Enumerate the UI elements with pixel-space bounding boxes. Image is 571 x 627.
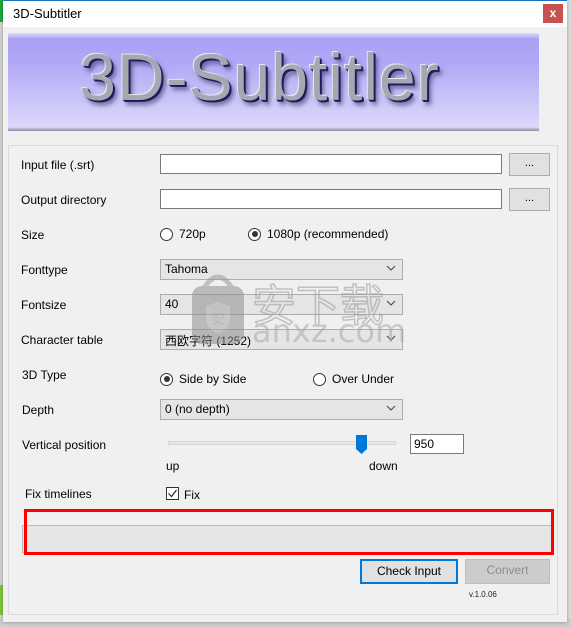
fonttype-label: Fonttype bbox=[21, 263, 68, 277]
size-1080p-label: 1080p (recommended) bbox=[267, 227, 389, 241]
size-720p-radio[interactable]: 720p bbox=[160, 227, 206, 241]
slider-max-label: down bbox=[369, 459, 398, 473]
size-720p-label: 720p bbox=[179, 227, 206, 241]
window-title: 3D-Subtitler bbox=[13, 6, 82, 21]
size-1080p-radio[interactable]: 1080p (recommended) bbox=[248, 227, 388, 241]
slider-min-label: up bbox=[166, 459, 180, 473]
chevron-down-icon bbox=[386, 405, 396, 411]
size-label: Size bbox=[21, 228, 45, 242]
fonttype-value: Tahoma bbox=[165, 262, 208, 276]
3d-type-label: 3D Type bbox=[22, 368, 67, 382]
side-by-side-label: Side by Side bbox=[179, 372, 247, 386]
input-file-field[interactable] bbox=[160, 154, 502, 174]
input-file-label: Input file (.srt) bbox=[21, 158, 95, 172]
output-directory-browse-button[interactable]: ... bbox=[509, 188, 550, 211]
checkmark-icon bbox=[168, 489, 177, 498]
vertical-position-label: Vertical position bbox=[22, 438, 107, 452]
vertical-position-value-field[interactable] bbox=[410, 434, 464, 454]
title-bar: 3D-Subtitler x bbox=[3, 1, 567, 27]
fix-checkbox-label: Fix bbox=[184, 488, 200, 502]
radio-checked-icon bbox=[248, 227, 261, 241]
fontsize-select[interactable]: 40 bbox=[160, 294, 403, 315]
radio-unchecked-icon bbox=[160, 227, 173, 241]
side-by-side-radio[interactable]: Side by Side bbox=[160, 372, 246, 386]
fontsize-label: Fontsize bbox=[21, 298, 67, 312]
character-table-label: Character table bbox=[21, 333, 104, 347]
check-input-button[interactable]: Check Input bbox=[360, 559, 458, 584]
depth-label: Depth bbox=[22, 403, 55, 417]
version-label: v.1.0.06 bbox=[469, 590, 497, 599]
chevron-down-icon bbox=[386, 265, 396, 271]
chevron-down-icon bbox=[386, 300, 396, 306]
vertical-position-slider-thumb[interactable] bbox=[356, 435, 368, 454]
output-directory-field[interactable] bbox=[160, 189, 502, 209]
input-file-browse-button[interactable]: ... bbox=[509, 153, 550, 176]
close-icon: x bbox=[549, 6, 557, 20]
output-directory-label: Output directory bbox=[21, 193, 107, 207]
character-table-value: 西欧字符 (1252) bbox=[165, 334, 252, 348]
depth-select[interactable]: 0 (no depth) bbox=[160, 399, 403, 420]
depth-value: 0 (no depth) bbox=[165, 402, 230, 416]
close-button[interactable]: x bbox=[543, 4, 563, 23]
progress-bar bbox=[22, 525, 552, 553]
app-banner: 3D-Subtitler bbox=[8, 33, 539, 131]
chevron-down-icon bbox=[386, 335, 396, 341]
convert-button[interactable]: Convert bbox=[465, 559, 550, 584]
over-under-label: Over Under bbox=[332, 372, 395, 386]
app-window: 3D-Subtitler x 3D-Subtitler Input file (… bbox=[3, 0, 567, 622]
fonttype-select[interactable]: Tahoma bbox=[160, 259, 403, 280]
fontsize-value: 40 bbox=[165, 297, 179, 311]
character-table-select[interactable]: 西欧字符 (1252) bbox=[160, 329, 403, 350]
over-under-radio[interactable]: Over Under bbox=[313, 372, 394, 386]
fix-timelines-checkbox[interactable] bbox=[166, 487, 179, 500]
fix-timelines-label: Fix timelines bbox=[25, 487, 92, 501]
radio-checked-icon bbox=[160, 372, 173, 386]
radio-unchecked-icon bbox=[313, 372, 326, 386]
banner-logo-text: 3D-Subtitler bbox=[79, 40, 440, 114]
